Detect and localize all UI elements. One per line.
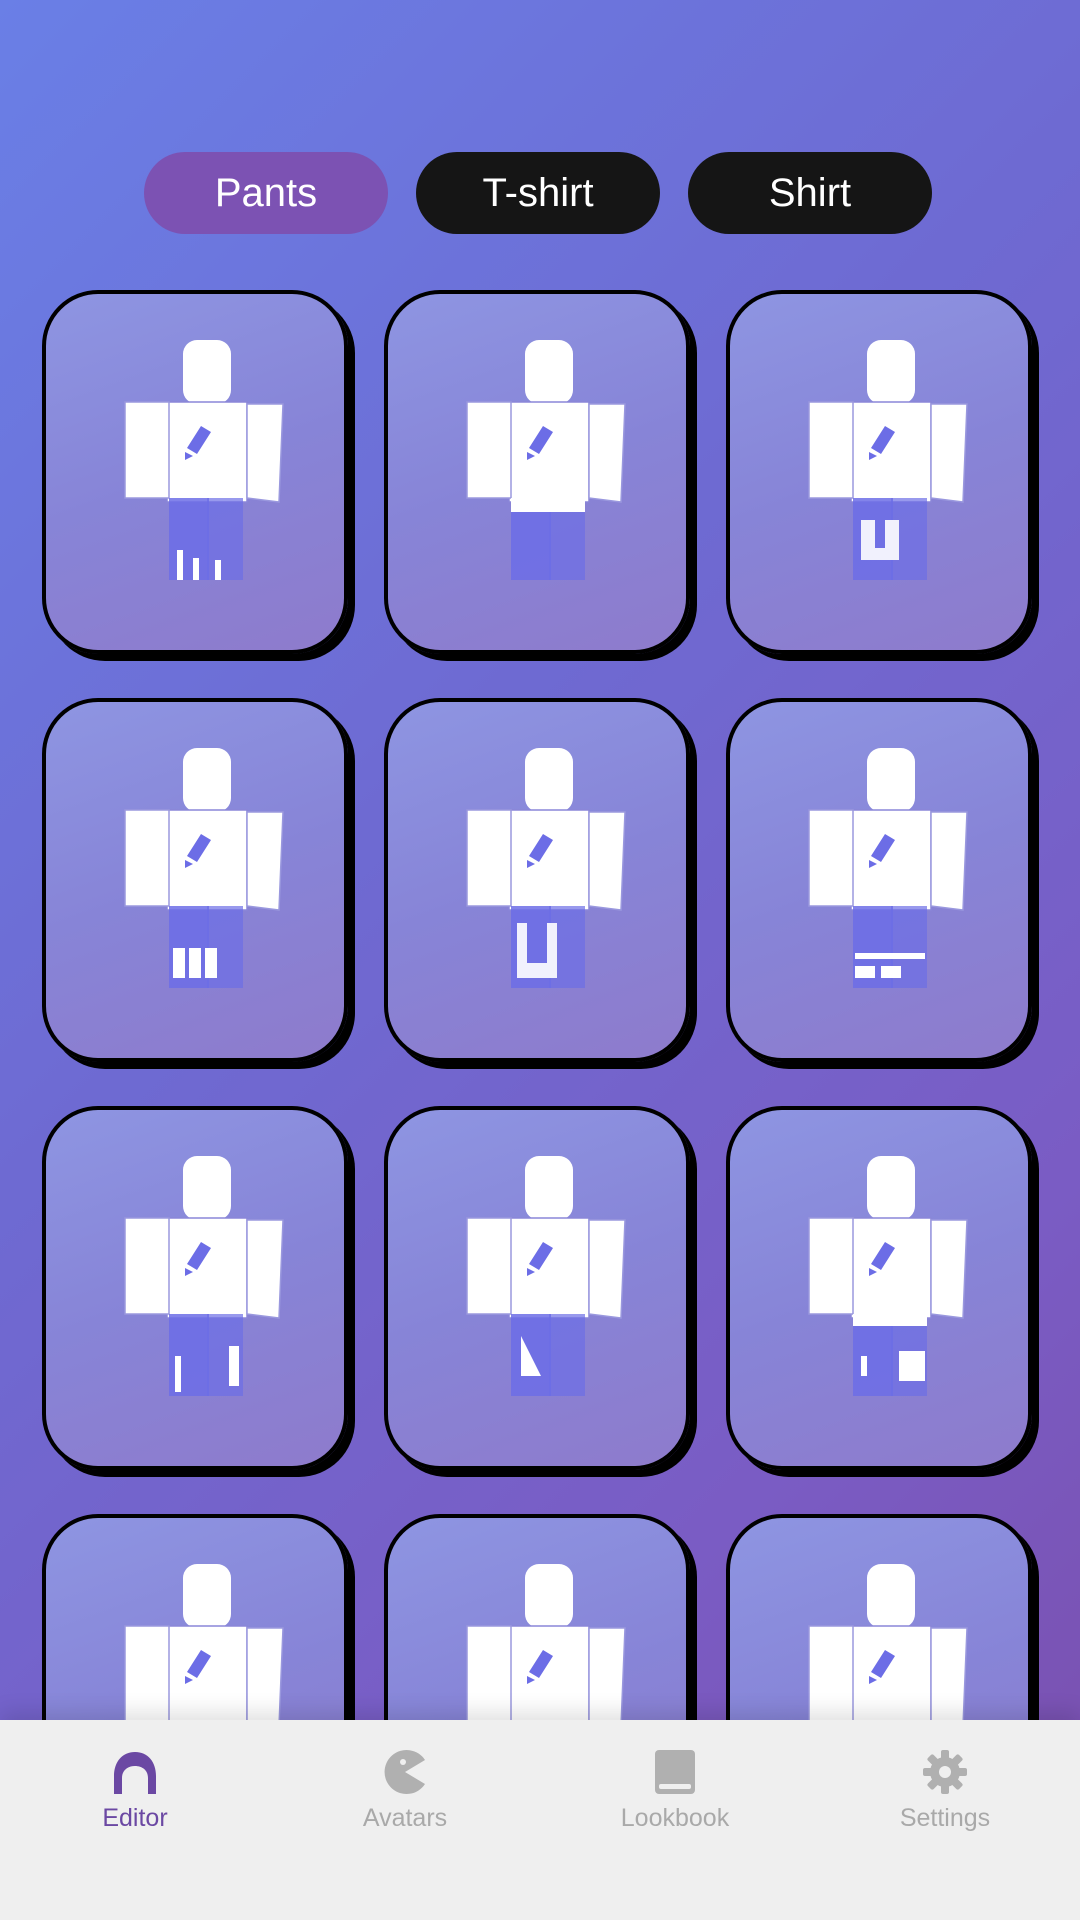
nav-settings[interactable]: Settings [810, 1720, 1080, 1920]
item-grid [42, 290, 1032, 1878]
tab-t-shirt[interactable]: T-shirt [416, 152, 660, 234]
pacman-icon [381, 1748, 429, 1796]
pants-item-card[interactable] [726, 290, 1032, 654]
bottom-navigation: Editor Avatars Lookbook Settings [0, 1720, 1080, 1920]
pants-item-card[interactable] [42, 698, 348, 1062]
nav-lookbook[interactable]: Lookbook [540, 1720, 810, 1920]
person-icon [110, 1748, 160, 1796]
nav-lookbook-label: Lookbook [620, 1804, 730, 1832]
pants-item-card[interactable] [42, 1106, 348, 1470]
tab-pants[interactable]: Pants [144, 152, 388, 234]
nav-editor[interactable]: Editor [0, 1720, 270, 1920]
tab-shirt[interactable]: Shirt [688, 152, 932, 234]
gear-icon [921, 1748, 969, 1796]
nav-editor-label: Editor [102, 1804, 168, 1832]
pants-item-card[interactable] [726, 698, 1032, 1062]
nav-avatars[interactable]: Avatars [270, 1720, 540, 1920]
pants-item-card[interactable] [384, 1106, 690, 1470]
pants-item-card[interactable] [384, 290, 690, 654]
nav-avatars-label: Avatars [362, 1804, 448, 1832]
nav-settings-label: Settings [899, 1804, 991, 1832]
category-tabs: Pants T-shirt Shirt [144, 152, 932, 234]
book-icon [653, 1748, 697, 1796]
pants-item-card[interactable] [42, 290, 348, 654]
pants-item-card[interactable] [384, 698, 690, 1062]
pants-item-card[interactable] [726, 1106, 1032, 1470]
